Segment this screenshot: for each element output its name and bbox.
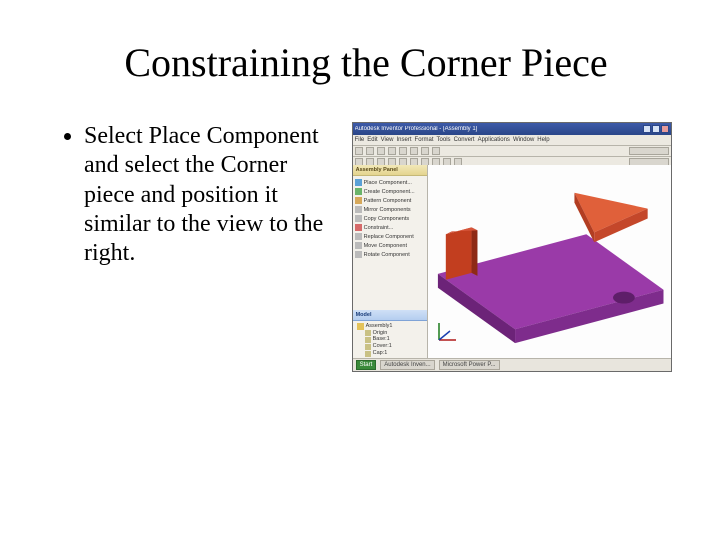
- tree-node[interactable]: Cover:1: [365, 343, 423, 350]
- embedded-screenshot: Autodesk Inventor Professional - [Assemb…: [352, 122, 672, 372]
- start-button[interactable]: Start: [356, 360, 377, 370]
- menu-item[interactable]: View: [381, 137, 394, 143]
- place-component-icon: [355, 179, 362, 186]
- work-area: Assembly Panel Place Component... Create…: [353, 165, 671, 359]
- bullet-column: Select Place Component and select the Co…: [60, 122, 344, 268]
- close-button[interactable]: [661, 125, 669, 133]
- panel-item[interactable]: Pattern Component: [355, 196, 425, 205]
- window-title: Autodesk Inventor Professional - [Assemb…: [355, 126, 478, 132]
- tree-node[interactable]: Origin: [365, 330, 423, 337]
- menu-item[interactable]: File: [355, 137, 365, 143]
- toolbar-icon[interactable]: [355, 147, 363, 155]
- slide-body: Select Place Component and select the Co…: [60, 122, 672, 372]
- toolbar-icon[interactable]: [432, 147, 440, 155]
- panel-item-label: Pattern Component: [364, 198, 412, 204]
- panel-item[interactable]: Rotate Component: [355, 250, 425, 259]
- constraint-icon: [355, 224, 362, 231]
- menu-item[interactable]: Insert: [397, 137, 412, 143]
- replace-component-icon: [355, 233, 362, 240]
- panel-item[interactable]: Move Component: [355, 241, 425, 250]
- copy-components-icon: [355, 215, 362, 222]
- part-icon: [365, 344, 371, 350]
- menu-item[interactable]: Format: [415, 137, 434, 143]
- tree-root-label: Assembly1: [366, 323, 393, 330]
- bullet-list: Select Place Component and select the Co…: [60, 122, 344, 268]
- maximize-button[interactable]: [652, 125, 660, 133]
- model-tree: Assembly1 Origin Base:1 Cover:1: [353, 321, 427, 360]
- panel-item[interactable]: Replace Component: [355, 232, 425, 241]
- taskbar: Start Autodesk Inven... Microsoft Power …: [353, 358, 671, 371]
- tree-node-label: Cap:1: [373, 350, 388, 357]
- task-item[interactable]: Autodesk Inven...: [380, 360, 434, 370]
- menu-item[interactable]: Applications: [478, 137, 510, 143]
- viewport-3d[interactable]: [428, 165, 671, 359]
- move-component-icon: [355, 242, 362, 249]
- panel-item[interactable]: Mirror Components: [355, 205, 425, 214]
- tree-node-label: Origin: [373, 330, 388, 337]
- toolbar-icon[interactable]: [388, 147, 396, 155]
- assembly-icon: [357, 323, 364, 330]
- panel-item-label: Replace Component: [364, 234, 414, 240]
- create-component-icon: [355, 188, 362, 195]
- slide-title: Constraining the Corner Piece: [60, 40, 672, 86]
- menu-item[interactable]: Tools: [437, 137, 451, 143]
- minimize-button[interactable]: [643, 125, 651, 133]
- panel-item-label: Copy Components: [364, 216, 410, 222]
- panel-item-label: Move Component: [364, 243, 407, 249]
- axis-triad-icon: [434, 319, 460, 345]
- window-titlebar: Autodesk Inventor Professional - [Assemb…: [353, 123, 671, 135]
- tree-node-label: Base:1: [373, 336, 390, 343]
- slide: Constraining the Corner Piece Select Pla…: [0, 0, 720, 540]
- menu-item[interactable]: Convert: [454, 137, 475, 143]
- panel-item[interactable]: Constraint...: [355, 223, 425, 232]
- assembly-panel-header[interactable]: Assembly Panel: [353, 165, 427, 176]
- panel-item-label: Mirror Components: [364, 207, 411, 213]
- task-item[interactable]: Microsoft Power P...: [439, 360, 500, 370]
- menu-item[interactable]: Window: [513, 137, 534, 143]
- rotate-component-icon: [355, 251, 362, 258]
- toolbar-icon[interactable]: [410, 147, 418, 155]
- mirror-components-icon: [355, 206, 362, 213]
- tree-node[interactable]: Base:1: [365, 336, 423, 343]
- panel-item[interactable]: Copy Components: [355, 214, 425, 223]
- part-icon: [365, 351, 371, 357]
- side-piece-front: [445, 227, 471, 279]
- material-dropdown[interactable]: [629, 147, 669, 155]
- menubar: File Edit View Insert Format Tools Conve…: [353, 135, 671, 146]
- menu-item[interactable]: Edit: [367, 137, 377, 143]
- toolbar-icon[interactable]: [366, 147, 374, 155]
- panel-item[interactable]: Create Component...: [355, 187, 425, 196]
- toolbar-icon[interactable]: [377, 147, 385, 155]
- origin-icon: [365, 330, 371, 336]
- panel-item-label: Place Component...: [364, 180, 412, 186]
- window-control-group: [643, 125, 669, 133]
- pattern-component-icon: [355, 197, 362, 204]
- panel-item-label: Constraint...: [364, 225, 394, 231]
- part-icon: [365, 337, 371, 343]
- base-hole: [613, 292, 635, 304]
- tree-root[interactable]: Assembly1: [357, 323, 423, 330]
- tree-node-label: Cover:1: [373, 343, 392, 350]
- menu-item[interactable]: Help: [537, 137, 549, 143]
- panel-item-label: Create Component...: [364, 189, 415, 195]
- toolbar-row-1: [353, 146, 671, 157]
- model-geometry: [428, 165, 671, 359]
- model-panel-header[interactable]: Model: [353, 310, 427, 321]
- toolbar-icon[interactable]: [399, 147, 407, 155]
- assembly-panel-body: Place Component... Create Component... P…: [353, 176, 427, 310]
- browser-pane: Assembly Panel Place Component... Create…: [353, 165, 428, 359]
- tree-node[interactable]: Cap:1: [365, 350, 423, 357]
- panel-item[interactable]: Place Component...: [355, 178, 425, 187]
- toolbar-icon[interactable]: [421, 147, 429, 155]
- panel-item-label: Rotate Component: [364, 252, 410, 258]
- bullet-item: Select Place Component and select the Co…: [84, 122, 344, 268]
- side-piece-side: [471, 227, 477, 275]
